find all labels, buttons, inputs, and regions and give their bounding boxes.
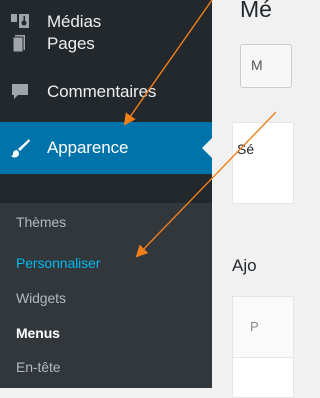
sidebar-item-label: Apparence [47, 138, 129, 157]
submenu-item-menus[interactable]: Menus [16, 320, 60, 346]
submenu-item-customize[interactable]: Personnaliser [16, 250, 100, 276]
brush-icon [8, 136, 32, 160]
submenu-item-header[interactable]: En-tête [16, 354, 61, 380]
tab-label: M [251, 57, 263, 73]
submenu-item-themes[interactable]: Thèmes [16, 209, 66, 235]
sidebar-item-appearance[interactable]: Apparence [0, 122, 212, 174]
comments-icon [8, 80, 32, 104]
tab-manage-menus[interactable]: M [240, 44, 292, 88]
appearance-submenu: Thèmes Personnaliser Widgets Menus En-tê… [0, 203, 212, 388]
menu-select-panel: Sé [232, 122, 294, 204]
sidebar-item-pages[interactable]: Pages [0, 18, 212, 70]
accordion-section-pages[interactable]: P [233, 297, 293, 358]
admin-sidebar: Médias Pages Commentaires Apparence Thèm… [0, 0, 212, 388]
add-items-heading: Ajo [232, 256, 257, 275]
current-menu-arrow [202, 138, 212, 158]
main-content: Mé M Sé Ajo P [212, 0, 294, 398]
sidebar-item-comments[interactable]: Commentaires [0, 66, 212, 118]
pages-icon [8, 32, 32, 56]
page-title: Mé [240, 0, 272, 22]
accordion-section-label: P [250, 319, 259, 334]
select-menu-label: Sé [237, 141, 255, 157]
sidebar-item-label: Pages [47, 34, 95, 53]
add-items-box: P [232, 296, 294, 398]
sidebar-item-label: Commentaires [47, 82, 157, 101]
submenu-item-widgets[interactable]: Widgets [16, 285, 66, 311]
